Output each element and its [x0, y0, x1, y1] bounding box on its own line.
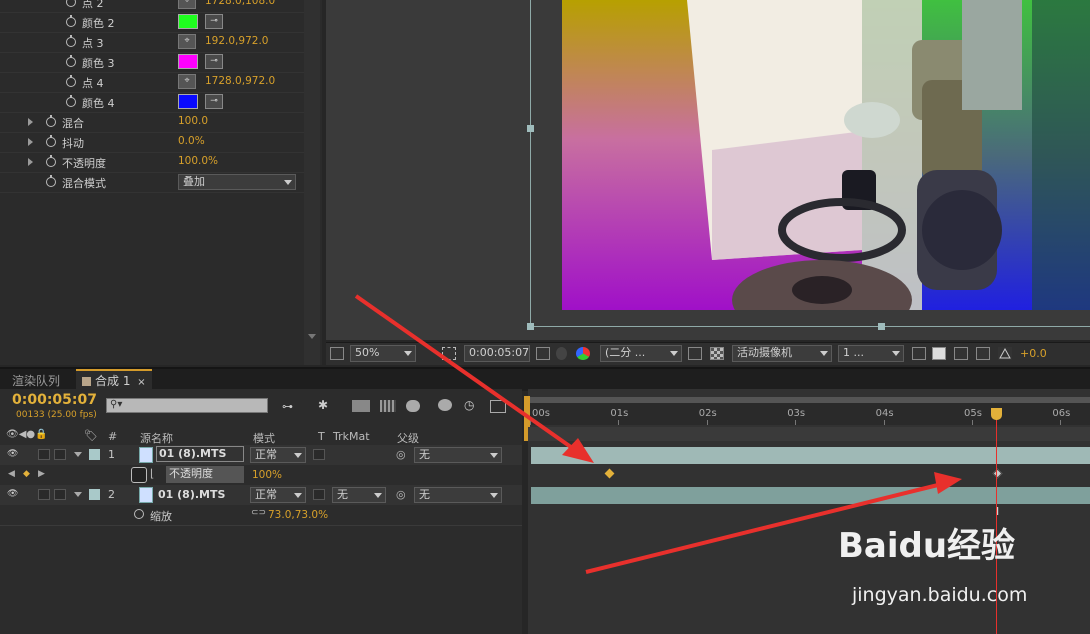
watermark-url: jingyan.baidu.com: [852, 584, 1028, 606]
watermark-logo: Baidu经验: [838, 518, 1015, 567]
watermark-logo-text: Baidu经验: [838, 526, 1016, 566]
